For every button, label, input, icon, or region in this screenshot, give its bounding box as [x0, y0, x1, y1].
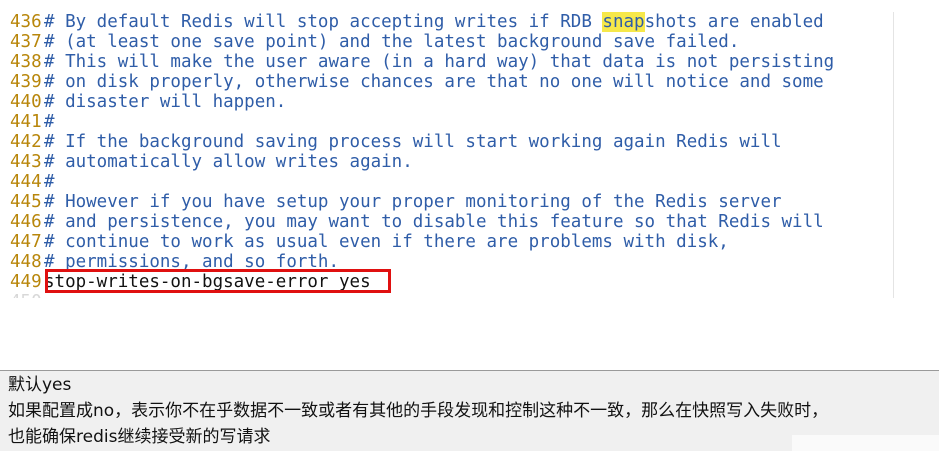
line-number: 447: [10, 232, 42, 252]
comment-text: # This will make the user aware (in a ha…: [44, 52, 835, 72]
code-line: 447 # continue to work as usual even if t…: [0, 232, 893, 252]
code-line: 438 # This will make the user aware (in a…: [0, 52, 893, 72]
line-number: 444: [10, 172, 42, 192]
code-line: 446 # and persistence, you may want to di…: [0, 212, 893, 232]
code-line: 437 # (at least one save point) and the l…: [0, 32, 893, 52]
comment-text: # disaster will happen.: [44, 92, 287, 112]
line-number: 448: [10, 252, 42, 272]
code-line: 436 # By default Redis will stop acceptin…: [0, 12, 893, 32]
line-number: 440: [10, 92, 42, 112]
comment-text: # By default Redis will stop accepting w…: [44, 12, 824, 32]
comment-text: #: [44, 172, 55, 192]
comment-text: # continue to work as usual even if ther…: [44, 232, 729, 252]
search-match-highlight: snap: [602, 12, 645, 32]
line-number: 449: [10, 272, 42, 292]
line-number: 436: [10, 12, 42, 32]
comment-text: #: [44, 112, 55, 132]
note-body-line: 如果配置成no，表示你不在乎数据不一致或者有其他的手段发现和控制这种不一致，那么…: [8, 401, 829, 421]
code-line: 444 #: [0, 172, 893, 192]
comment-text: # (at least one save point) and the late…: [44, 32, 740, 52]
line-number: 442: [10, 132, 42, 152]
code-line: 440 # disaster will happen.: [0, 92, 893, 112]
code-line: 443 # automatically allow writes again.: [0, 152, 893, 172]
comment-text: # and persistence, you may want to disab…: [44, 212, 824, 232]
line-number: 438: [10, 52, 42, 72]
line-number: 443: [10, 152, 42, 172]
spacer: [0, 298, 939, 370]
note-title: 默认yes: [8, 375, 72, 395]
line-number: 446: [10, 212, 42, 232]
code-line: 441 #: [0, 112, 893, 132]
comment-text: # However if you have setup your proper …: [44, 192, 782, 212]
note-panel: 默认yes 如果配置成no，表示你不在乎数据不一致或者有其他的手段发现和控制这种…: [0, 370, 939, 451]
line-number: 437: [10, 32, 42, 52]
comment-text: # If the background saving process will …: [44, 132, 782, 152]
comment-text: # automatically allow writes again.: [44, 152, 413, 172]
line-number: 439: [10, 72, 42, 92]
code-line: 445 # However if you have setup your prop…: [0, 192, 893, 212]
code-lines: 436 # By default Redis will stop acceptin…: [0, 12, 893, 302]
code-line: 442 # If the background saving process wi…: [0, 132, 893, 152]
comment-text-start: # By default Redis will stop accepting w…: [44, 12, 603, 32]
line-number: 441: [10, 112, 42, 132]
code-line: 439 # on disk properly, otherwise chances…: [0, 72, 893, 92]
comment-text: # on disk properly, otherwise chances ar…: [44, 72, 824, 92]
line-number: 445: [10, 192, 42, 212]
comment-text-end: shots are enabled: [644, 12, 824, 32]
code-editor[interactable]: 436 # By default Redis will stop acceptin…: [0, 0, 939, 302]
note-scroll-region: [792, 435, 939, 451]
note-body-line: 也能确保redis继续接受新的写请求: [8, 427, 271, 447]
annotation-highlight-box: [45, 269, 391, 293]
